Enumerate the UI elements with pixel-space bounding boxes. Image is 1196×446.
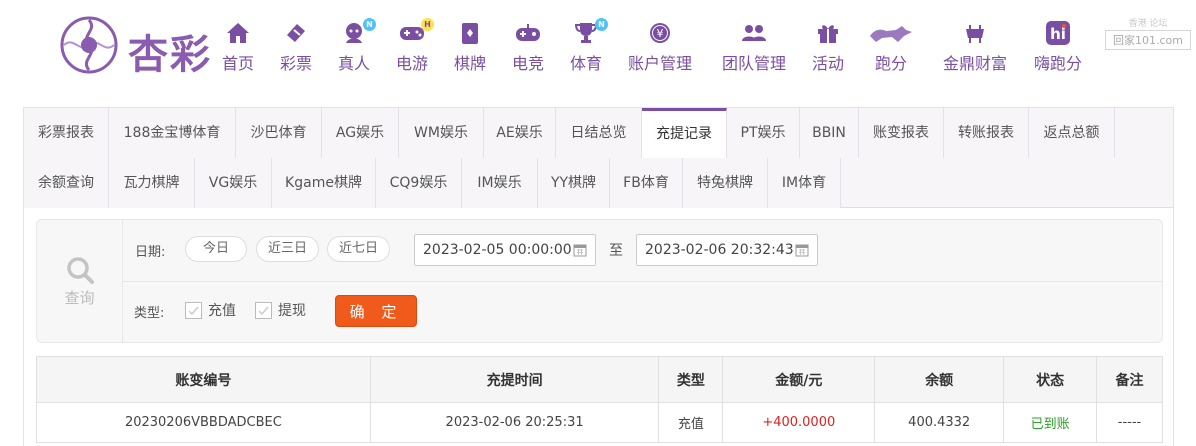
cell-time: 2023-02-06 20:25:31 xyxy=(369,402,660,443)
tab-lottery-report[interactable]: 彩票报表 xyxy=(24,108,109,158)
home-icon xyxy=(224,20,252,46)
start-datetime-value: 2023-02-05 00:00:00 xyxy=(423,242,572,258)
col-header-balance: 余额 xyxy=(874,356,1005,403)
svg-text:¥: ¥ xyxy=(657,27,664,40)
tab-kgame-chess[interactable]: Kgame棋牌 xyxy=(272,158,376,208)
tab-pt[interactable]: PT娱乐 xyxy=(727,108,800,158)
nav-item-sports[interactable]: N 体育 xyxy=(566,18,608,74)
running-dog-icon xyxy=(868,20,914,46)
nav-item-account[interactable]: ¥ 账户管理 xyxy=(624,20,696,74)
team-users-icon xyxy=(740,20,768,46)
cell-status: 已到账 xyxy=(1003,402,1098,443)
cell-type: 充值 xyxy=(658,402,724,443)
type-label: 类型: xyxy=(134,306,165,321)
gift-icon xyxy=(814,20,842,46)
table-header-row: 账变编号 充提时间 类型 金额/元 余额 状态 备注 xyxy=(36,356,1163,403)
col-header-amount: 金额/元 xyxy=(722,356,876,403)
end-datetime-value: 2023-02-06 20:32:43 xyxy=(645,242,794,258)
tab-tetu-chess[interactable]: 特兔棋牌 xyxy=(683,158,768,208)
nav-item-home[interactable]: 首页 xyxy=(218,20,258,74)
new-badge: N xyxy=(363,18,376,31)
nav-item-esports[interactable]: 电竞 xyxy=(508,20,548,74)
checkbox-box xyxy=(255,301,272,319)
nav-item-lottery[interactable]: 彩票 xyxy=(276,20,316,74)
date-label: 日期: xyxy=(135,245,166,260)
brand-emblem-icon xyxy=(60,16,118,74)
tab-daily-summary[interactable]: 日结总览 xyxy=(556,108,642,158)
start-datetime-input[interactable]: 2023-02-05 00:00:00 xyxy=(414,234,596,266)
tab-deposit-withdraw[interactable]: 充提记录 xyxy=(642,108,727,158)
cauldron-icon xyxy=(961,20,989,46)
type-withdraw-checkbox[interactable]: 提现 xyxy=(255,300,306,320)
tab-fb-sports[interactable]: FB体育 xyxy=(610,158,683,208)
cell-remark: ----- xyxy=(1096,402,1163,443)
tab-bbin[interactable]: BBIN xyxy=(800,108,859,158)
nav-item-hi-paofen[interactable]: hi 嗨跑分 xyxy=(1032,20,1084,74)
cell-balance: 400.4332 xyxy=(874,402,1005,443)
top-header: 杏彩 首页 彩票 N 真人 H 电游 棋牌 电竞 N 体育 ¥ 账户管理 团队管… xyxy=(0,0,1196,100)
report-tabs: 彩票报表 188金宝博体育 沙巴体育 AG娱乐 WM娱乐 AE娱乐 日结总览 充… xyxy=(24,108,1173,208)
tab-im-entertainment[interactable]: IM娱乐 xyxy=(462,158,538,208)
col-header-remark: 备注 xyxy=(1096,356,1163,403)
trophy-icon: N xyxy=(572,18,608,46)
tab-im-sports[interactable]: IM体育 xyxy=(768,158,841,208)
tab-188-sports[interactable]: 188金宝博体育 xyxy=(109,108,236,158)
hot-badge: H xyxy=(421,18,434,31)
nav-item-egames[interactable]: H 电游 xyxy=(392,18,434,74)
to-label: 至 xyxy=(609,243,623,259)
brand-name: 杏彩 xyxy=(128,32,212,78)
hi-app-icon: hi xyxy=(1044,20,1072,46)
tab-yy-chess[interactable]: YY棋牌 xyxy=(538,158,610,208)
report-panel: 彩票报表 188金宝博体育 沙巴体育 AG娱乐 WM娱乐 AE娱乐 日结总览 充… xyxy=(23,107,1174,446)
table-row: 20230206VBBDADCBEC 2023-02-06 20:25:31 充… xyxy=(36,402,1163,443)
tab-vg[interactable]: VG娱乐 xyxy=(195,158,272,208)
new-badge: N xyxy=(595,18,608,31)
esports-controller-icon xyxy=(514,20,542,46)
col-header-status: 状态 xyxy=(1003,356,1098,403)
checkbox-box xyxy=(185,301,202,319)
filter-divider xyxy=(123,281,1163,282)
range-today-button[interactable]: 今日 xyxy=(185,236,247,262)
calendar-icon xyxy=(573,244,587,257)
range-7days-button[interactable]: 近七日 xyxy=(327,236,390,262)
tab-cq9[interactable]: CQ9娱乐 xyxy=(376,158,462,208)
nav-item-chess-cards[interactable]: 棋牌 xyxy=(450,20,490,74)
cell-amount: +400.0000 xyxy=(722,402,876,443)
query-button[interactable]: 查询 xyxy=(37,220,123,342)
type-deposit-checkbox[interactable]: 充值 xyxy=(185,300,236,320)
nav-item-jinding[interactable]: 金鼎财富 xyxy=(940,20,1010,74)
dealer-face-icon: N xyxy=(340,18,376,46)
col-header-time: 充提时间 xyxy=(369,356,660,403)
tab-ag[interactable]: AG娱乐 xyxy=(322,108,399,158)
end-datetime-input[interactable]: 2023-02-06 20:32:43 xyxy=(636,234,818,266)
nav-item-paofen[interactable]: 跑分 xyxy=(866,20,916,74)
lottery-ticket-icon xyxy=(282,20,310,46)
filter-box: 查询 日期: 今日 近三日 近七日 2023-02-05 00:00:00 至 … xyxy=(36,219,1163,343)
nav-item-live[interactable]: N 真人 xyxy=(334,18,376,74)
tab-wali-chess[interactable]: 瓦力棋牌 xyxy=(109,158,195,208)
cards-icon xyxy=(456,20,484,46)
tab-ae[interactable]: AE娱乐 xyxy=(484,108,556,158)
nav-item-team[interactable]: 团队管理 xyxy=(718,20,790,74)
tab-balance-query[interactable]: 余额查询 xyxy=(24,158,109,208)
col-header-type: 类型 xyxy=(658,356,724,403)
cell-id: 20230206VBBDADCBEC xyxy=(36,402,371,443)
tab-rebate-total[interactable]: 返点总额 xyxy=(1029,108,1115,158)
tab-change-report[interactable]: 账变报表 xyxy=(859,108,944,158)
records-table: 账变编号 充提时间 类型 金额/元 余额 状态 备注 20230206VBBDA… xyxy=(36,356,1163,443)
tab-wm[interactable]: WM娱乐 xyxy=(399,108,484,158)
site-watermark: 香港 论坛 回家101.com xyxy=(1105,16,1191,50)
gamepad-icon: H xyxy=(398,18,434,46)
confirm-button[interactable]: 确 定 xyxy=(335,295,417,327)
tab-transfer-report[interactable]: 转账报表 xyxy=(944,108,1029,158)
col-header-id: 账变编号 xyxy=(36,356,371,403)
query-label: 查询 xyxy=(64,288,95,307)
yen-coin-icon: ¥ xyxy=(646,20,674,46)
search-icon xyxy=(66,256,94,284)
tab-saba-sports[interactable]: 沙巴体育 xyxy=(236,108,322,158)
nav-item-promotions[interactable]: 活动 xyxy=(808,20,848,74)
range-3days-button[interactable]: 近三日 xyxy=(256,236,319,262)
calendar-icon xyxy=(795,244,809,257)
brand-logo[interactable]: 杏彩 xyxy=(58,14,218,78)
